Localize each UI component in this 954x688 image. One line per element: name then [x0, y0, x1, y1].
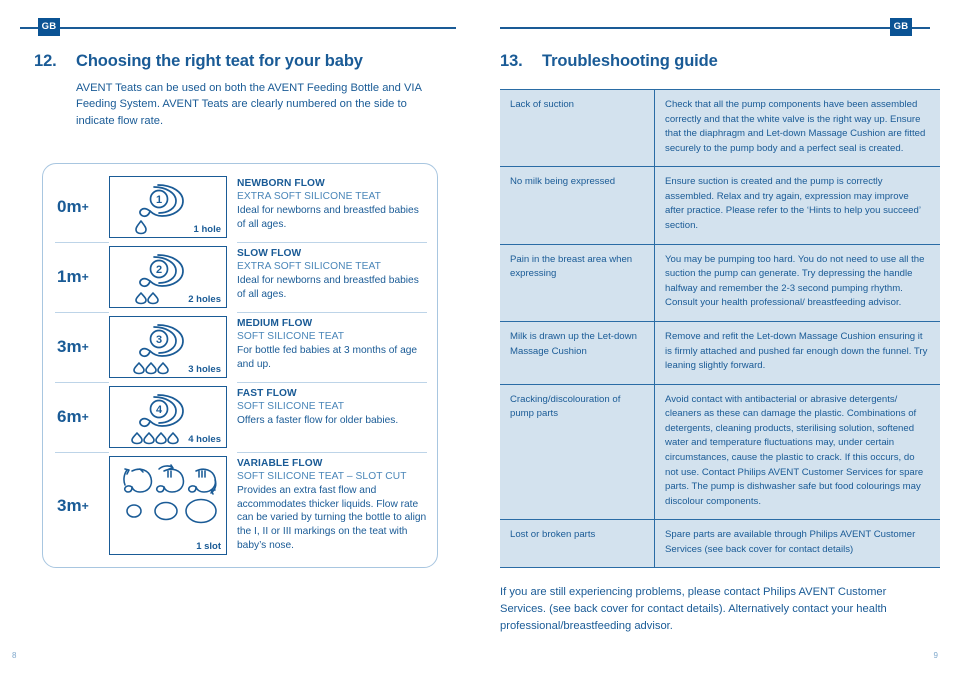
- teat-age-plus: +: [81, 498, 89, 513]
- header-rule: [500, 27, 930, 29]
- teat-age-label: 1m +: [51, 242, 109, 312]
- teat-flow-title: NEWBORN FLOW: [237, 178, 325, 189]
- teat-age-plus: +: [81, 410, 89, 424]
- teat-age-label: 3m +: [51, 312, 109, 382]
- drop-icons: [133, 362, 169, 375]
- teat-number: 4: [156, 404, 163, 416]
- teat-row: 3m + 3 3 holes MEDIUM FLOW SOFT SILICONE…: [51, 312, 427, 382]
- teat-material-subtitle: SOFT SILICONE TEAT – SLOT CUT: [237, 471, 407, 483]
- teat-row: 3m + 1 slot VARIABLE FLOW SOFT SILICONE …: [51, 452, 427, 559]
- teat-age-value: 3m: [57, 337, 82, 356]
- teat-age-value: 6m: [57, 407, 82, 426]
- table-row: Milk is drawn up the Let-down Massage Cu…: [500, 320, 940, 385]
- solution-cell: You may be pumping too hard. You do not …: [654, 243, 940, 322]
- page-number-left: 8: [12, 651, 17, 660]
- solution-cell: Spare parts are available through Philip…: [654, 519, 940, 569]
- teat-material-subtitle: EXTRA SOFT SILICONE TEAT: [237, 261, 381, 273]
- teat-description-body: Ideal for newborns and breastfed babies …: [237, 204, 419, 230]
- teat-description-body: Offers a faster flow for older babies.: [237, 414, 399, 426]
- teat-description: NEWBORN FLOW EXTRA SOFT SILICONE TEAT Id…: [227, 172, 427, 242]
- teat-description-body: Ideal for newborns and breastfed babies …: [237, 274, 419, 300]
- table-row: Lost or broken parts Spare parts are ava…: [500, 519, 940, 569]
- section-title-text: Choosing the right teat for your baby: [76, 52, 363, 70]
- teat-description: VARIABLE FLOW SOFT SILICONE TEAT – SLOT …: [227, 452, 427, 559]
- teat-description-body: For bottle fed babies at 3 months of age…: [237, 344, 418, 370]
- problem-cell: Cracking/discolouration of pump parts: [500, 383, 656, 521]
- table-row: No milk being expressed Ensure suction i…: [500, 166, 940, 245]
- teat-selection-panel: 0m + 1 1 hole NEWBORN FLOW EXTRA SOFT SI…: [42, 163, 438, 569]
- drop-icons: [135, 220, 147, 235]
- teat-age-label: 6m +: [51, 382, 109, 452]
- solution-cell: Check that all the pump components have …: [654, 88, 940, 168]
- teat-icon-cell: 1 slot: [109, 456, 227, 556]
- solution-cell: Ensure suction is created and the pump i…: [654, 166, 940, 245]
- teat-hole-label: 4 holes: [188, 433, 221, 445]
- teat-hole-label: 1 slot: [196, 540, 221, 552]
- teat-hole-label: 3 holes: [188, 363, 221, 375]
- drop-icons: [135, 292, 159, 305]
- problem-cell: Lost or broken parts: [500, 519, 656, 569]
- teat-flow-title: VARIABLE FLOW: [237, 458, 323, 469]
- variable-flow-teat-icon: [123, 464, 217, 524]
- teat-number: 3: [156, 334, 162, 346]
- teat-flow-title: SLOW FLOW: [237, 248, 302, 259]
- page-title: 13. Troubleshooting guide: [500, 52, 954, 71]
- teat-hole-label: 2 holes: [188, 293, 221, 305]
- teat-age-plus: +: [81, 270, 89, 284]
- teat-age-label: 3m +: [51, 452, 109, 559]
- page-title: 12. Choosing the right teat for your bab…: [34, 52, 490, 71]
- teat-number: 1: [156, 194, 162, 206]
- drop-icons: [131, 432, 179, 445]
- intro-paragraph: AVENT Teats can be used on both the AVEN…: [76, 82, 422, 127]
- page-spread: GB 12. Choosing the right teat for your …: [0, 0, 954, 688]
- teat-description: FAST FLOW SOFT SILICONE TEAT Offers a fa…: [227, 382, 427, 452]
- teat-number: 2: [156, 264, 162, 276]
- teat-icon-cell: 1 1 hole: [109, 176, 227, 238]
- teat-description: SLOW FLOW EXTRA SOFT SILICONE TEAT Ideal…: [227, 242, 427, 312]
- teat-icon-cell: 4 4 holes: [109, 386, 227, 448]
- page-number-right: 9: [933, 651, 938, 660]
- teat-age-label: 0m +: [51, 172, 109, 242]
- section-title-text: Troubleshooting guide: [542, 52, 718, 70]
- section-number: 13.: [500, 52, 523, 70]
- teat-age-value: 0m: [57, 197, 82, 216]
- header-rule: [20, 27, 456, 29]
- table-row: Cracking/discolouration of pump parts Av…: [500, 383, 940, 521]
- teat-material-subtitle: SOFT SILICONE TEAT: [237, 331, 345, 343]
- teat-description: MEDIUM FLOW SOFT SILICONE TEAT For bottl…: [227, 312, 427, 382]
- teat-age-plus: +: [81, 340, 89, 354]
- problem-cell: Lack of suction: [500, 88, 656, 168]
- teat-age-value: 1m: [57, 267, 82, 286]
- table-row: Lack of suction Check that all the pump …: [500, 88, 940, 168]
- problem-cell: No milk being expressed: [500, 166, 656, 245]
- teat-material-subtitle: EXTRA SOFT SILICONE TEAT: [237, 191, 381, 203]
- problem-cell: Pain in the breast area when expressing: [500, 243, 656, 322]
- teat-hole-label: 1 hole: [193, 223, 221, 235]
- teat-row: 0m + 1 1 hole NEWBORN FLOW EXTRA SOFT SI…: [51, 172, 427, 242]
- solution-cell: Avoid contact with antibacterial or abra…: [654, 383, 940, 521]
- section-number: 12.: [34, 52, 57, 70]
- right-page: GB 13. Troubleshooting guide Lack of suc…: [490, 0, 954, 688]
- gb-badge: GB: [890, 18, 912, 36]
- table-row: Pain in the breast area when expressing …: [500, 243, 940, 322]
- troubleshooting-table: Lack of suction Check that all the pump …: [500, 88, 940, 569]
- gb-badge: GB: [38, 18, 60, 36]
- solution-cell: Remove and refit the Let-down Massage Cu…: [654, 320, 940, 385]
- teat-flow-title: FAST FLOW: [237, 388, 297, 399]
- left-page: GB 12. Choosing the right teat for your …: [0, 0, 490, 688]
- teat-icon-cell: 3 3 holes: [109, 316, 227, 378]
- right-page-header: GB: [490, 0, 954, 36]
- teat-icon-cell: 2 2 holes: [109, 246, 227, 308]
- teat-age-value: 3m: [57, 495, 82, 515]
- left-page-header: GB: [0, 0, 490, 36]
- teat-material-subtitle: SOFT SILICONE TEAT: [237, 401, 345, 413]
- teat-flow-title: MEDIUM FLOW: [237, 318, 313, 329]
- teat-row: 6m + 4 4 holes FAST FLOW SOFT SILICONE T…: [51, 382, 427, 452]
- teat-description-body: Provides an extra fast flow and accommod…: [237, 484, 427, 551]
- closing-paragraph: If you are still experiencing problems, …: [500, 586, 887, 633]
- teat-row: 1m + 2 2 holes SLOW FLOW EXTRA SOFT SILI…: [51, 242, 427, 312]
- problem-cell: Milk is drawn up the Let-down Massage Cu…: [500, 320, 656, 385]
- teat-age-plus: +: [81, 200, 89, 214]
